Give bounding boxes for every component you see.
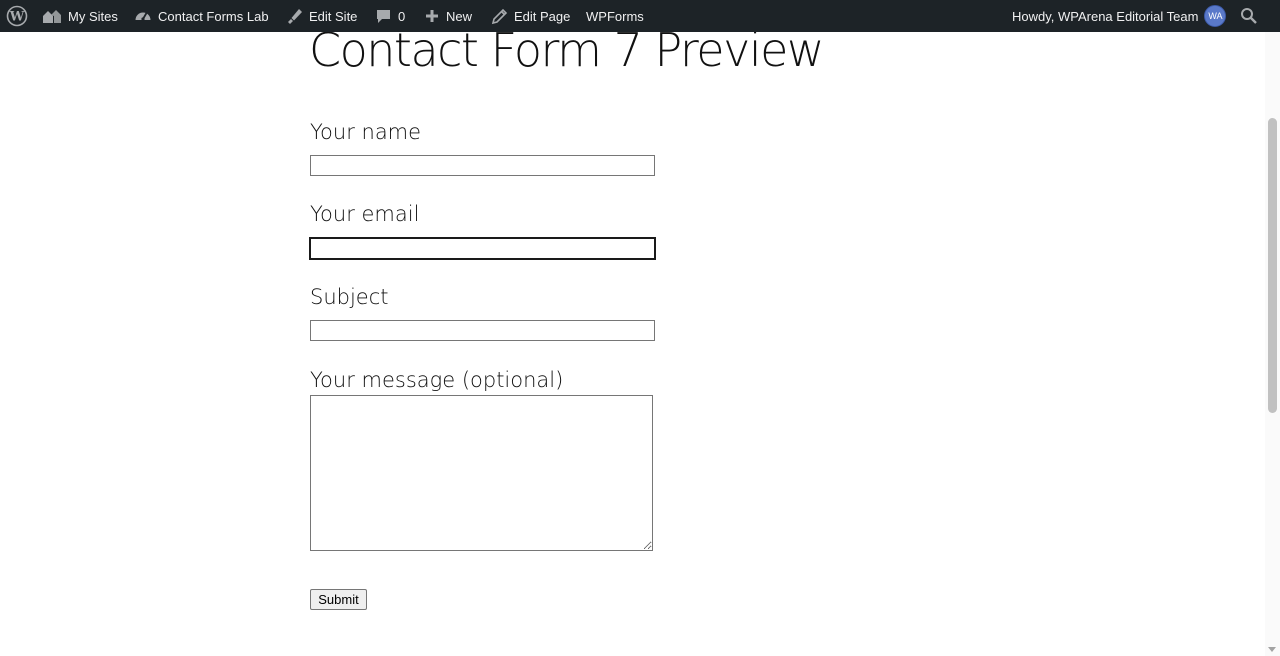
comments-menu[interactable]: 0 [375,0,405,32]
subject-label: Subject [310,285,389,309]
edit-site-menu[interactable]: Edit Site [285,0,357,32]
brush-icon [288,9,302,24]
site-name-label: Contact Forms Lab [158,8,269,24]
subject-input[interactable] [310,320,655,341]
howdy-label: Howdy, WPArena Editorial Team [1012,8,1199,24]
plus-icon [426,10,438,22]
admin-search[interactable] [1240,0,1258,32]
name-label: Your name [310,120,422,144]
email-input[interactable] [309,237,656,260]
site-name-menu[interactable]: Contact Forms Lab [134,0,269,32]
houses-icon [43,10,61,23]
comment-bubble-icon [377,9,390,23]
avatar: WA [1204,5,1227,27]
scrollbar-thumb[interactable] [1268,118,1277,413]
email-label: Your email [310,202,420,226]
dashboard-icon [135,12,151,21]
edit-page-menu[interactable]: Edit Page [491,0,570,32]
my-sites-label: My Sites [68,8,118,24]
page-scrollbar[interactable] [1265,32,1280,656]
scroll-down-arrow-icon[interactable] [1268,647,1276,652]
comments-count: 0 [398,8,406,24]
search-icon [1241,8,1257,24]
pencil-icon [491,8,508,24]
message-label: Your message (optional) [310,368,564,392]
name-input[interactable] [310,155,655,176]
svg-text:W: W [9,10,25,25]
message-textarea[interactable] [310,395,653,551]
submit-button[interactable]: Submit [310,589,367,610]
wordpress-logo-icon: W [6,5,28,27]
new-content-menu[interactable]: New [424,0,472,32]
wpforms-menu[interactable]: WPForms [586,0,644,32]
my-account-menu[interactable]: Howdy, WPArena Editorial Team WA [1012,0,1227,32]
wp-logo-menu[interactable]: W [6,0,28,32]
edit-page-label: Edit Page [514,8,571,24]
new-label: New [446,8,473,24]
my-sites-menu[interactable]: My Sites [42,0,118,32]
wpforms-label: WPForms [586,8,644,24]
admin-bar: W My Sites Contact Forms Lab Edit Site 0 [0,0,1280,32]
edit-site-label: Edit Site [309,8,358,24]
